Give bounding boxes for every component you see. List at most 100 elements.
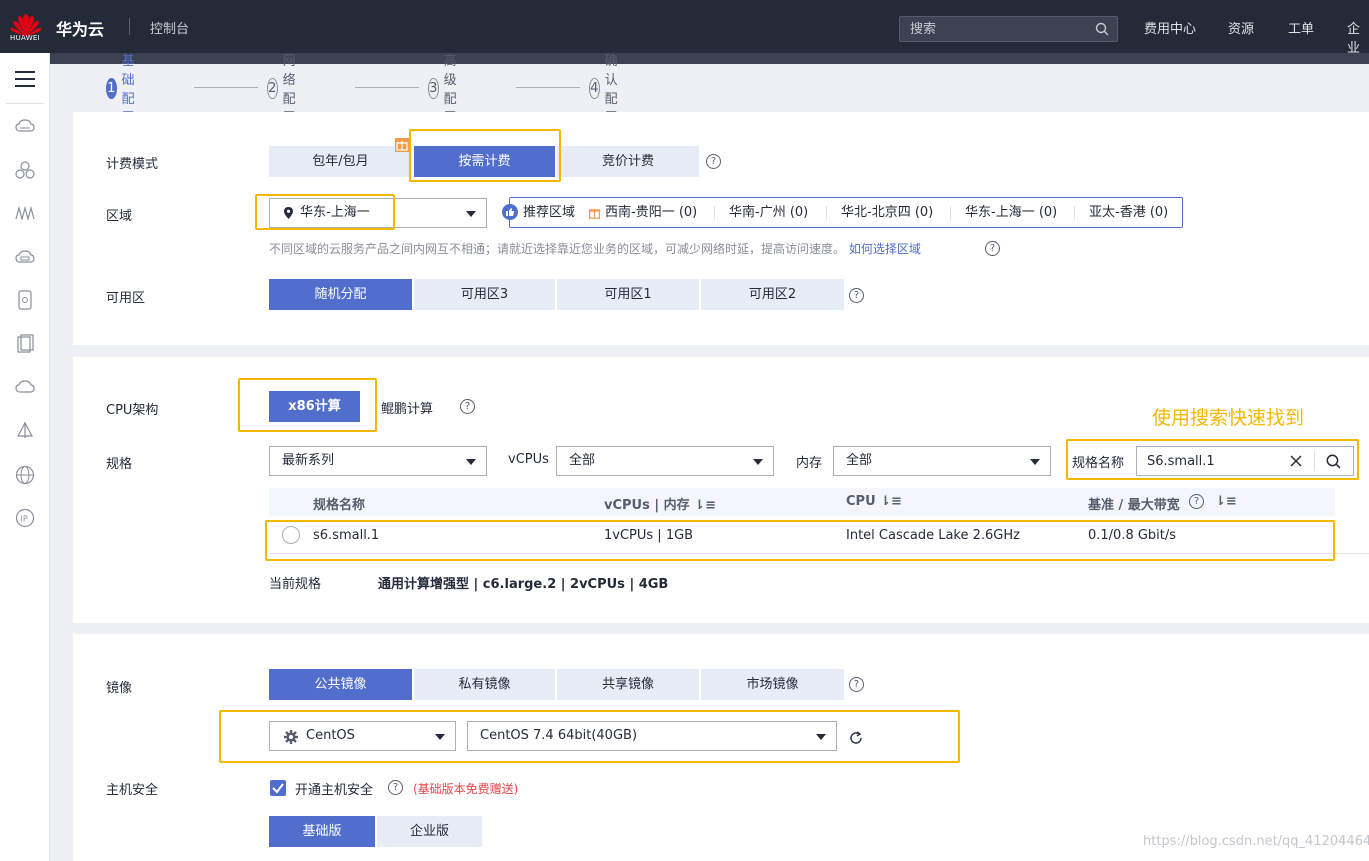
os-version-select[interactable]: CentOS 7.4 64bit(40GB) bbox=[467, 721, 837, 751]
host-security-checkbox-label[interactable]: 开通主机安全 bbox=[295, 779, 373, 798]
storage-icon[interactable] bbox=[13, 245, 37, 269]
divider bbox=[714, 206, 715, 220]
divider bbox=[1314, 451, 1315, 471]
cloud-server-icon[interactable] bbox=[13, 114, 37, 138]
billing-yearly-monthly-tab[interactable]: 包年/包月 bbox=[269, 146, 412, 177]
image-market-tab[interactable]: 市场镜像 bbox=[701, 669, 844, 700]
nav-resources[interactable]: 资源 bbox=[1228, 18, 1254, 37]
step-connector bbox=[194, 87, 258, 88]
chevron-down-icon bbox=[466, 459, 476, 465]
az-3-tab[interactable]: 可用区3 bbox=[414, 279, 555, 310]
sort-icon[interactable]: ⇂≡ bbox=[1215, 494, 1237, 509]
step-advanced-config[interactable]: 3 高级配置 bbox=[428, 54, 467, 126]
edition-enterprise-tab[interactable]: 企业版 bbox=[377, 816, 482, 847]
step-number: 3 bbox=[428, 77, 439, 99]
nav-tickets[interactable]: 工单 bbox=[1288, 18, 1314, 37]
cluster-icon[interactable] bbox=[13, 158, 37, 182]
billing-spot-tab[interactable]: 竞价计费 bbox=[557, 146, 699, 177]
os-select-value: CentOS bbox=[306, 728, 355, 743]
host-security-help-icon[interactable]: ? bbox=[388, 780, 403, 795]
container-icon[interactable] bbox=[13, 288, 37, 312]
step-network-config[interactable]: 2 网络配置 bbox=[267, 54, 306, 126]
ip-icon[interactable]: IP bbox=[13, 506, 37, 530]
region-option-shanghai[interactable]: 华东-上海一 (0) bbox=[965, 198, 1057, 227]
az-help-icon[interactable]: ? bbox=[849, 288, 864, 303]
recommended-label: 推荐区域 bbox=[523, 205, 576, 220]
network-icon[interactable] bbox=[13, 201, 37, 225]
region-select[interactable]: 华东-上海一 bbox=[269, 198, 487, 228]
host-security-label: 主机安全 bbox=[106, 783, 159, 798]
vcpus-select[interactable]: 全部 bbox=[556, 446, 774, 476]
cpu-x86-tab[interactable]: x86计算 bbox=[269, 391, 360, 422]
memory-filter-label: 内存 bbox=[796, 456, 823, 471]
image-public-tab[interactable]: 公共镜像 bbox=[269, 669, 412, 700]
region-option-hongkong[interactable]: 亚太-香港 (0) bbox=[1089, 198, 1168, 227]
sort-icon[interactable]: ⇂≡ bbox=[694, 498, 716, 513]
nav-enterprise[interactable]: 企业 bbox=[1347, 18, 1369, 56]
os-select[interactable]: CentOS bbox=[269, 721, 456, 751]
memory-select[interactable]: 全部 bbox=[833, 446, 1051, 476]
host-security-checkbox[interactable] bbox=[270, 780, 286, 796]
chevron-down-icon bbox=[1030, 459, 1040, 465]
database-icon[interactable] bbox=[13, 332, 37, 356]
spec-name-search[interactable] bbox=[1136, 446, 1354, 476]
sail-icon[interactable] bbox=[13, 419, 37, 443]
globe-icon[interactable] bbox=[13, 463, 37, 487]
edition-basic-tab[interactable]: 基础版 bbox=[269, 816, 375, 847]
billing-on-demand-tab[interactable]: 按需计费 bbox=[414, 146, 555, 177]
step-number: 1 bbox=[106, 77, 117, 99]
series-select[interactable]: 最新系列 bbox=[269, 446, 487, 476]
clear-icon[interactable] bbox=[1290, 455, 1302, 467]
image-private-tab[interactable]: 私有镜像 bbox=[414, 669, 555, 700]
col-spec-name: 规格名称 bbox=[313, 498, 366, 513]
az-2-tab[interactable]: 可用区2 bbox=[701, 279, 844, 310]
sort-icon[interactable]: ⇂≡ bbox=[880, 494, 902, 509]
global-search[interactable] bbox=[899, 16, 1118, 42]
col-vcpus-memory[interactable]: vCPUs | 内存 ⇂≡ bbox=[604, 494, 716, 513]
cloud-icon[interactable] bbox=[13, 375, 37, 399]
console-link[interactable]: 控制台 bbox=[150, 18, 189, 37]
image-shared-tab[interactable]: 共享镜像 bbox=[557, 669, 699, 700]
image-help-icon[interactable]: ? bbox=[849, 677, 864, 692]
divider bbox=[6, 103, 44, 104]
region-help-icon[interactable]: ? bbox=[985, 241, 1000, 256]
search-icon[interactable] bbox=[1326, 454, 1341, 469]
col-bandwidth[interactable]: 基准 / 最大带宽 bbox=[1088, 494, 1180, 513]
region-hint-link[interactable]: 如何选择区域 bbox=[849, 242, 921, 256]
recommended-regions: 推荐区域 西南-贵阳一 (0) 华南-广州 (0) 华北-北京四 (0) 华东-… bbox=[502, 197, 1183, 228]
col-bandwidth-label: 基准 / 最大带宽 bbox=[1088, 498, 1180, 513]
billing-help-icon[interactable]: ? bbox=[706, 154, 721, 169]
cpu-help-icon[interactable]: ? bbox=[460, 399, 475, 414]
gift-icon bbox=[395, 138, 409, 152]
col-cpu[interactable]: CPU ⇂≡ bbox=[846, 494, 902, 509]
spec-name-input[interactable] bbox=[1137, 447, 1287, 475]
nav-billing-center[interactable]: 费用中心 bbox=[1144, 18, 1196, 37]
cpu-kunpeng-tab[interactable]: 鲲鹏计算 bbox=[381, 398, 433, 417]
spec-label: 规格 bbox=[106, 457, 133, 472]
region-option-guangzhou[interactable]: 华南-广州 (0) bbox=[729, 198, 808, 227]
divider bbox=[269, 553, 1369, 554]
az-1-tab[interactable]: 可用区1 bbox=[557, 279, 699, 310]
region-hint: 不同区域的云服务产品之间内网互不相通；请就近选择靠近您业务的区域，可减少网络时延… bbox=[269, 240, 921, 257]
step-number: 2 bbox=[267, 77, 278, 99]
step-basic-config[interactable]: 1 基础配置 bbox=[106, 54, 145, 126]
os-version-value: CentOS 7.4 64bit(40GB) bbox=[480, 728, 638, 743]
az-label: 可用区 bbox=[106, 291, 146, 306]
brand-name[interactable]: 华为云 bbox=[56, 16, 104, 40]
region-option-guiyang[interactable]: 西南-贵阳一 (0) bbox=[605, 198, 697, 227]
step-number: 4 bbox=[589, 77, 600, 99]
vcpus-filter-label: vCPUs bbox=[508, 452, 549, 467]
billing-mode-label: 计费模式 bbox=[106, 157, 159, 172]
region-option-beijing[interactable]: 华北-北京四 (0) bbox=[841, 198, 933, 227]
bandwidth-help-icon[interactable]: ? bbox=[1189, 494, 1204, 509]
gift-icon bbox=[588, 209, 601, 219]
chevron-down-icon bbox=[466, 211, 476, 217]
az-random-tab[interactable]: 随机分配 bbox=[269, 279, 412, 310]
spec-row-radio[interactable] bbox=[282, 526, 300, 544]
search-input[interactable] bbox=[900, 17, 1090, 41]
region-select-value: 华东-上海一 bbox=[300, 205, 370, 220]
search-icon[interactable] bbox=[1095, 22, 1109, 36]
menu-icon[interactable] bbox=[13, 67, 37, 91]
refresh-icon[interactable] bbox=[849, 731, 863, 745]
step-confirm-config[interactable]: 4 确认配置 bbox=[589, 54, 628, 126]
